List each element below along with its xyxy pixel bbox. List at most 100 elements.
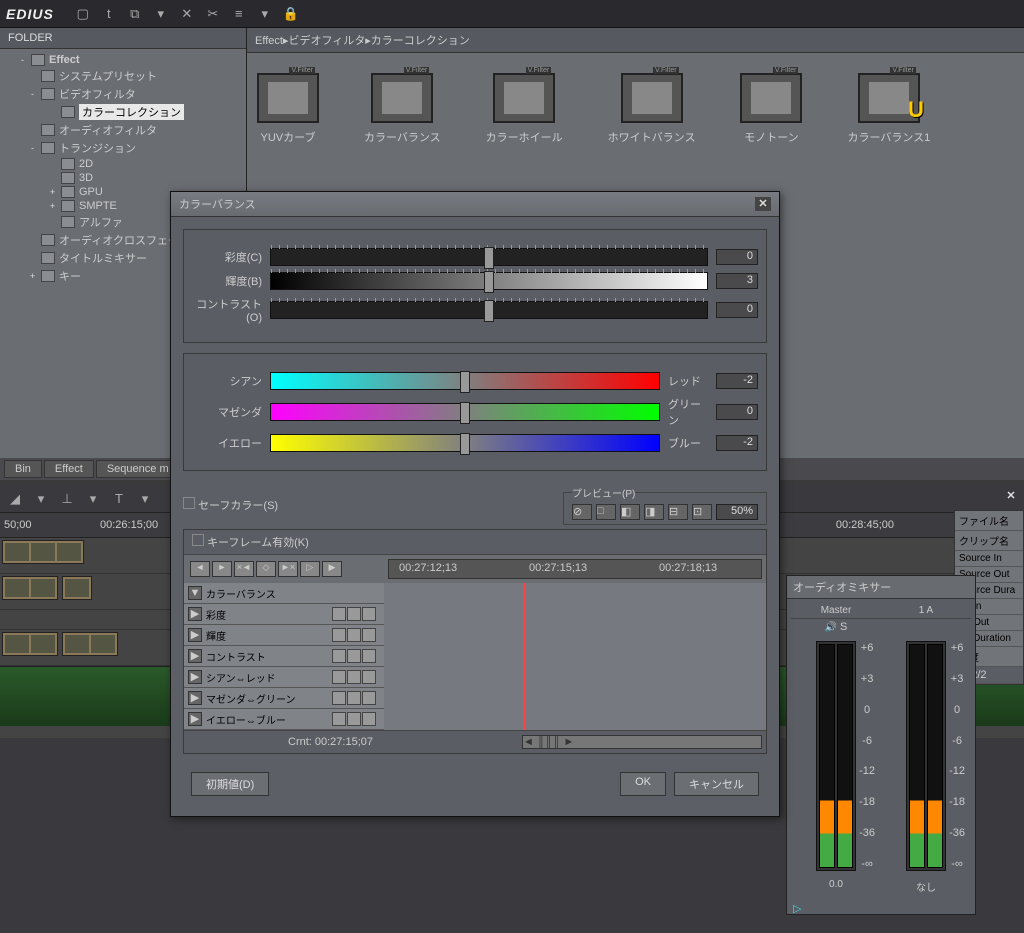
keyframe-graph[interactable] bbox=[384, 583, 766, 730]
slider-value[interactable]: -2 bbox=[716, 373, 758, 389]
video-clip[interactable] bbox=[2, 576, 58, 600]
keyframe-param-row[interactable]: ▶イエロー⇔ブルー bbox=[184, 709, 384, 730]
toolbar-dropdown-icon[interactable]: ▾ bbox=[256, 5, 274, 23]
kf-play-button[interactable]: ▶ bbox=[322, 561, 342, 577]
keyframe-ruler[interactable]: 00:27:12;13 00:27:15;13 00:27:18;13 bbox=[388, 559, 762, 579]
ok-button[interactable]: OK bbox=[620, 772, 666, 796]
tree-item[interactable]: -Effect bbox=[0, 53, 246, 67]
tool-dropdown-icon[interactable]: ▾ bbox=[136, 490, 154, 508]
cancel-button[interactable]: キャンセル bbox=[674, 772, 759, 796]
color-balance-dialog: カラーバランス ✕ 彩度(C)0輝度(B)3コントラスト(O)0 シアンレッド-… bbox=[170, 191, 780, 817]
effect-thumbnail[interactable]: V.Filterカラーバランス bbox=[364, 73, 441, 145]
video-clip[interactable] bbox=[62, 576, 92, 600]
keyframe-param-row[interactable]: ▶シアン⇔レッド bbox=[184, 667, 384, 688]
info-row: クリップ名 bbox=[955, 531, 1023, 551]
tool-icon[interactable]: ⊥ bbox=[58, 490, 76, 508]
preview-mode-button[interactable]: □ bbox=[596, 504, 616, 520]
preview-mode-button[interactable]: ⊘ bbox=[572, 504, 592, 520]
kf-add-button[interactable]: ◇ bbox=[256, 561, 276, 577]
toolbar-dropdown-icon[interactable]: ▾ bbox=[152, 5, 170, 23]
scrollbar[interactable]: ◄ ║║║ ► bbox=[522, 735, 762, 749]
app-title: EDIUS bbox=[6, 6, 54, 22]
tab-bin[interactable]: Bin bbox=[4, 460, 42, 478]
timecode: 00:28:45;00 bbox=[836, 519, 894, 531]
video-clip[interactable] bbox=[62, 632, 118, 656]
toolbar-icon[interactable]: ≡ bbox=[230, 5, 248, 23]
mixer-meter: +6+30-6-12-18-36-∞ bbox=[906, 641, 946, 871]
keyframe-param-row[interactable]: ▶輝度 bbox=[184, 625, 384, 646]
solo-button[interactable]: S bbox=[840, 621, 847, 633]
tree-item[interactable]: -トランジション bbox=[0, 139, 246, 157]
slider[interactable] bbox=[270, 248, 708, 266]
kf-play-button[interactable]: ▷ bbox=[300, 561, 320, 577]
audio-mixer-panel: オーディオミキサー Master 🔊 S +6+30-6-12-18-36-∞ … bbox=[786, 575, 976, 915]
slider[interactable] bbox=[270, 272, 708, 290]
tool-icon[interactable]: ◢ bbox=[6, 490, 24, 508]
mixer-mode[interactable]: なし bbox=[881, 877, 971, 896]
slider-value[interactable]: -2 bbox=[716, 435, 758, 451]
toolbar-icon[interactable]: t bbox=[100, 5, 118, 23]
kf-nav-button[interactable]: ◄ bbox=[190, 561, 210, 577]
tree-item[interactable]: -ビデオフィルタ bbox=[0, 85, 246, 103]
mixer-channel-1a: 1 A bbox=[881, 603, 971, 619]
color-slider[interactable] bbox=[270, 372, 660, 390]
effect-thumbnail[interactable]: V.Filterカラーホイール bbox=[486, 73, 563, 145]
effect-thumbnail[interactable]: V.FilterUカラーバランス1 bbox=[847, 73, 930, 145]
tree-item[interactable]: システムプリセット bbox=[0, 67, 246, 85]
effect-thumbnail[interactable]: V.FilterYUVカーブ bbox=[257, 73, 319, 145]
slider-value[interactable]: 0 bbox=[716, 302, 758, 318]
effect-thumbnail[interactable]: V.Filterモノトーン bbox=[740, 73, 802, 145]
info-row: Source In bbox=[955, 551, 1023, 567]
close-icon[interactable]: ✕ bbox=[755, 197, 771, 211]
effect-thumbnail[interactable]: V.Filterホワイトバランス bbox=[608, 73, 696, 145]
toolbar-icon[interactable]: ✂ bbox=[204, 5, 222, 23]
video-clip[interactable] bbox=[2, 632, 58, 656]
kf-nav-button[interactable]: ► bbox=[212, 561, 232, 577]
toolbar-icon[interactable]: ✕ bbox=[178, 5, 196, 23]
tool-dropdown-icon[interactable]: ▾ bbox=[32, 490, 50, 508]
app-toolbar: EDIUS ▢ t ⧉ ▾ ✕ ✂ ≡ ▾ 🔒 bbox=[0, 0, 1024, 28]
tab-sequence[interactable]: Sequence m bbox=[96, 460, 180, 478]
preview-mode-button[interactable]: ◧ bbox=[620, 504, 640, 520]
mixer-meter: +6+30-6-12-18-36-∞ bbox=[816, 641, 856, 871]
preview-mode-button[interactable]: ⊟ bbox=[668, 504, 688, 520]
video-clip[interactable] bbox=[2, 540, 84, 564]
color-slider[interactable] bbox=[270, 403, 660, 421]
tree-item[interactable]: オーディオフィルタ bbox=[0, 121, 246, 139]
tree-item[interactable]: 2D bbox=[0, 157, 246, 171]
mixer-title: オーディオミキサー bbox=[787, 576, 975, 599]
preview-percent[interactable]: 50% bbox=[716, 504, 758, 520]
tool-dropdown-icon[interactable]: ▾ bbox=[84, 490, 102, 508]
toolbar-icon[interactable]: ⧉ bbox=[126, 5, 144, 23]
slider-value[interactable]: 0 bbox=[716, 249, 758, 265]
keyframe-param-row[interactable]: ▶マゼンダ⇔グリーン bbox=[184, 688, 384, 709]
slider[interactable] bbox=[270, 301, 708, 319]
breadcrumb: Effect▸ビデオフィルタ▸カラーコレクション bbox=[247, 28, 1024, 53]
slider-value[interactable]: 3 bbox=[716, 273, 758, 289]
safe-color-checkbox[interactable]: セーフカラー(S) bbox=[183, 497, 278, 513]
keyframe-param-row[interactable]: ▶コントラスト bbox=[184, 646, 384, 667]
preview-mode-button[interactable]: ⊡ bbox=[692, 504, 712, 520]
dialog-title: カラーバランス bbox=[179, 196, 256, 212]
keyframe-param-row[interactable]: ▼カラーバランス bbox=[184, 583, 384, 604]
tree-item[interactable]: カラーコレクション bbox=[0, 103, 246, 121]
keyframe-enable-checkbox[interactable]: キーフレーム有効(K) bbox=[192, 534, 309, 550]
color-slider[interactable] bbox=[270, 434, 660, 452]
kf-nav-button[interactable]: ×◄ bbox=[234, 561, 254, 577]
current-time: Crnt: 00:27:15;07 bbox=[288, 736, 373, 748]
info-row: ファイル名 bbox=[955, 511, 1023, 531]
default-button[interactable]: 初期値(D) bbox=[191, 772, 269, 796]
text-tool-icon[interactable]: T bbox=[110, 490, 128, 508]
close-icon[interactable]: ✕ bbox=[1003, 489, 1019, 505]
lock-icon[interactable]: 🔒 bbox=[282, 5, 300, 23]
toolbar-icon[interactable]: ▢ bbox=[74, 5, 92, 23]
timecode: 50;00 bbox=[4, 519, 32, 531]
mixer-value[interactable]: 0.0 bbox=[791, 877, 881, 892]
slider-value[interactable]: 0 bbox=[716, 404, 758, 420]
preview-mode-button[interactable]: ◨ bbox=[644, 504, 664, 520]
keyframe-param-row[interactable]: ▶彩度 bbox=[184, 604, 384, 625]
play-icon[interactable]: ▷ bbox=[787, 900, 975, 917]
kf-nav-button[interactable]: ►× bbox=[278, 561, 298, 577]
tree-item[interactable]: 3D bbox=[0, 171, 246, 185]
tab-effect[interactable]: Effect bbox=[44, 460, 94, 478]
